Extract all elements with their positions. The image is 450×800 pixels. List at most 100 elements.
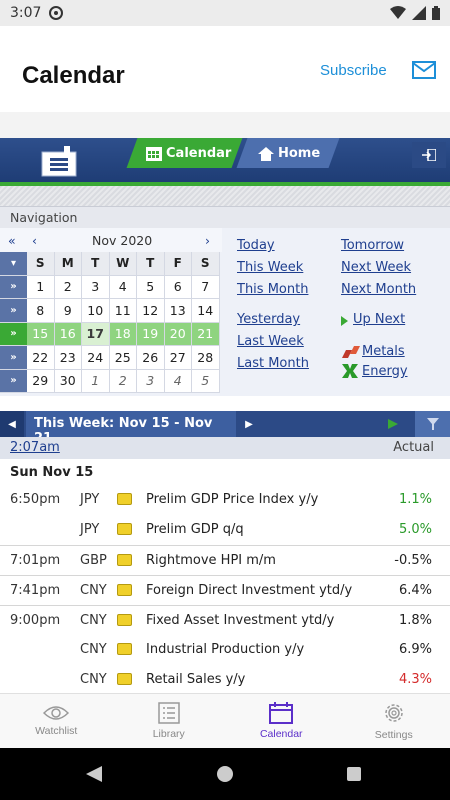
event-time: 7:01pm bbox=[10, 553, 61, 568]
impact-folder-icon bbox=[117, 523, 132, 535]
tab-calendar[interactable]: Calendar bbox=[146, 146, 231, 161]
day-cell[interactable]: 7 bbox=[192, 275, 220, 299]
day-cell[interactable]: 11 bbox=[109, 299, 137, 323]
day-cell[interactable]: 23 bbox=[54, 346, 82, 370]
event-name: Prelim GDP Price Index y/y bbox=[146, 492, 319, 507]
energy-icon bbox=[342, 364, 358, 378]
day-cell[interactable]: 28 bbox=[192, 346, 220, 370]
nav-watchlist[interactable]: Watchlist bbox=[0, 694, 113, 748]
day-cell[interactable]: 20 bbox=[164, 322, 192, 346]
day-cell[interactable]: 27 bbox=[164, 346, 192, 370]
next-week-button[interactable]: ▶ bbox=[238, 411, 260, 437]
day-cell[interactable]: 15 bbox=[27, 322, 55, 346]
link-tomorrow[interactable]: Tomorrow bbox=[341, 238, 404, 253]
day-cell[interactable]: 5 bbox=[137, 275, 165, 299]
link-metals[interactable]: Metals bbox=[362, 344, 405, 359]
link-this-month[interactable]: This Month bbox=[237, 282, 308, 297]
weekday-label: T bbox=[137, 252, 165, 276]
day-cell[interactable]: 4 bbox=[109, 275, 137, 299]
nav-settings[interactable]: Settings bbox=[338, 694, 450, 748]
link-next-month[interactable]: Next Month bbox=[341, 282, 416, 297]
mail-icon[interactable] bbox=[412, 60, 436, 80]
exit-button[interactable] bbox=[412, 142, 446, 168]
day-cell-next-month[interactable]: 3 bbox=[137, 369, 165, 393]
link-last-month[interactable]: Last Month bbox=[237, 356, 309, 371]
day-cell[interactable]: 21 bbox=[192, 322, 220, 346]
day-cell[interactable]: 1 bbox=[27, 275, 55, 299]
page-title: Calendar bbox=[22, 62, 125, 89]
select-week-button[interactable]: » bbox=[0, 299, 27, 323]
day-cell[interactable]: 19 bbox=[137, 322, 165, 346]
event-row[interactable]: JPY Prelim GDP q/q 5.0% bbox=[0, 515, 450, 545]
week-bar: ◀ This Week: Nov 15 - Nov 21 ▶ bbox=[0, 411, 450, 446]
weekday-label: F bbox=[164, 252, 192, 276]
event-row[interactable]: 6:50pm JPY Prelim GDP Price Index y/y 1.… bbox=[0, 485, 450, 515]
link-last-week[interactable]: Last Week bbox=[237, 334, 304, 349]
nav-calendar[interactable]: Calendar bbox=[225, 694, 338, 748]
event-row[interactable]: 9:00pm CNY Fixed Asset Investment ytd/y … bbox=[0, 605, 450, 635]
day-cell[interactable]: 8 bbox=[27, 299, 55, 323]
day-cell-next-month[interactable]: 2 bbox=[109, 369, 137, 393]
day-cell[interactable]: 16 bbox=[54, 322, 82, 346]
day-cell[interactable]: 3 bbox=[82, 275, 110, 299]
select-week-button[interactable]: » bbox=[0, 369, 27, 393]
app-header: Calendar Subscribe bbox=[0, 26, 450, 112]
factory-logo-icon[interactable] bbox=[40, 144, 78, 178]
event-row[interactable]: 7:01pm GBP Rightmove HPI m/m -0.5% bbox=[0, 545, 450, 575]
day-cell-today[interactable]: 17 bbox=[82, 322, 110, 346]
nav-library[interactable]: Library bbox=[113, 694, 226, 748]
prev-month-button[interactable]: ‹ bbox=[32, 233, 37, 248]
link-today[interactable]: Today bbox=[237, 238, 275, 253]
select-week-button[interactable]: » bbox=[0, 275, 27, 299]
day-cell[interactable]: 29 bbox=[27, 369, 55, 393]
tab-home[interactable]: Home bbox=[258, 146, 320, 161]
link-yesterday[interactable]: Yesterday bbox=[237, 312, 300, 327]
day-cell[interactable]: 14 bbox=[192, 299, 220, 323]
header-spacer bbox=[0, 112, 450, 138]
event-row[interactable]: CNY Industrial Production y/y 6.9% bbox=[0, 635, 450, 665]
day-cell[interactable]: 22 bbox=[27, 346, 55, 370]
status-icons bbox=[390, 6, 440, 20]
day-cell[interactable]: 24 bbox=[82, 346, 110, 370]
day-cell[interactable]: 30 bbox=[54, 369, 82, 393]
subscribe-button[interactable]: Subscribe bbox=[320, 62, 387, 79]
up-next-arrow-icon bbox=[341, 316, 348, 326]
eye-icon bbox=[43, 706, 70, 720]
day-cell[interactable]: 26 bbox=[137, 346, 165, 370]
link-up-next[interactable]: Up Next bbox=[353, 312, 405, 327]
week-row: » 22 23 24 25 26 27 28 bbox=[0, 346, 222, 370]
next-month-button[interactable]: › bbox=[205, 233, 210, 248]
impact-folder-icon bbox=[117, 493, 132, 505]
recents-icon[interactable] bbox=[347, 767, 361, 781]
day-cell[interactable]: 13 bbox=[164, 299, 192, 323]
system-navigation-bar bbox=[0, 748, 450, 800]
day-cell[interactable]: 6 bbox=[164, 275, 192, 299]
current-time-link[interactable]: 2:07am bbox=[10, 440, 60, 455]
select-week-button[interactable]: » bbox=[0, 322, 27, 346]
event-time: 7:41pm bbox=[10, 583, 61, 598]
day-cell[interactable]: 12 bbox=[137, 299, 165, 323]
link-energy[interactable]: Energy bbox=[362, 364, 408, 379]
day-cell[interactable]: 10 bbox=[82, 299, 110, 323]
day-cell[interactable]: 25 bbox=[109, 346, 137, 370]
link-next-week[interactable]: Next Week bbox=[341, 260, 411, 275]
prev-week-button[interactable]: ◀ bbox=[0, 411, 24, 437]
day-cell-next-month[interactable]: 4 bbox=[164, 369, 192, 393]
prev-year-button[interactable]: « bbox=[8, 233, 16, 248]
link-this-week[interactable]: This Week bbox=[237, 260, 303, 275]
home-button-icon[interactable] bbox=[217, 766, 233, 782]
day-cell[interactable]: 2 bbox=[54, 275, 82, 299]
event-row[interactable]: 7:41pm CNY Foreign Direct Investment ytd… bbox=[0, 575, 450, 605]
event-time: 6:50pm bbox=[10, 492, 61, 507]
day-cell-next-month[interactable]: 5 bbox=[192, 369, 220, 393]
day-cell-next-month[interactable]: 1 bbox=[82, 369, 110, 393]
filter-button[interactable] bbox=[415, 411, 450, 437]
day-cell[interactable]: 9 bbox=[54, 299, 82, 323]
play-button[interactable] bbox=[378, 411, 408, 437]
day-cell[interactable]: 18 bbox=[109, 322, 137, 346]
event-row[interactable]: CNY Retail Sales y/y 4.3% bbox=[0, 665, 450, 695]
back-icon[interactable] bbox=[86, 766, 102, 782]
impact-folder-icon bbox=[117, 614, 132, 626]
impact-folder-icon bbox=[117, 643, 132, 655]
select-week-button[interactable]: » bbox=[0, 346, 27, 370]
